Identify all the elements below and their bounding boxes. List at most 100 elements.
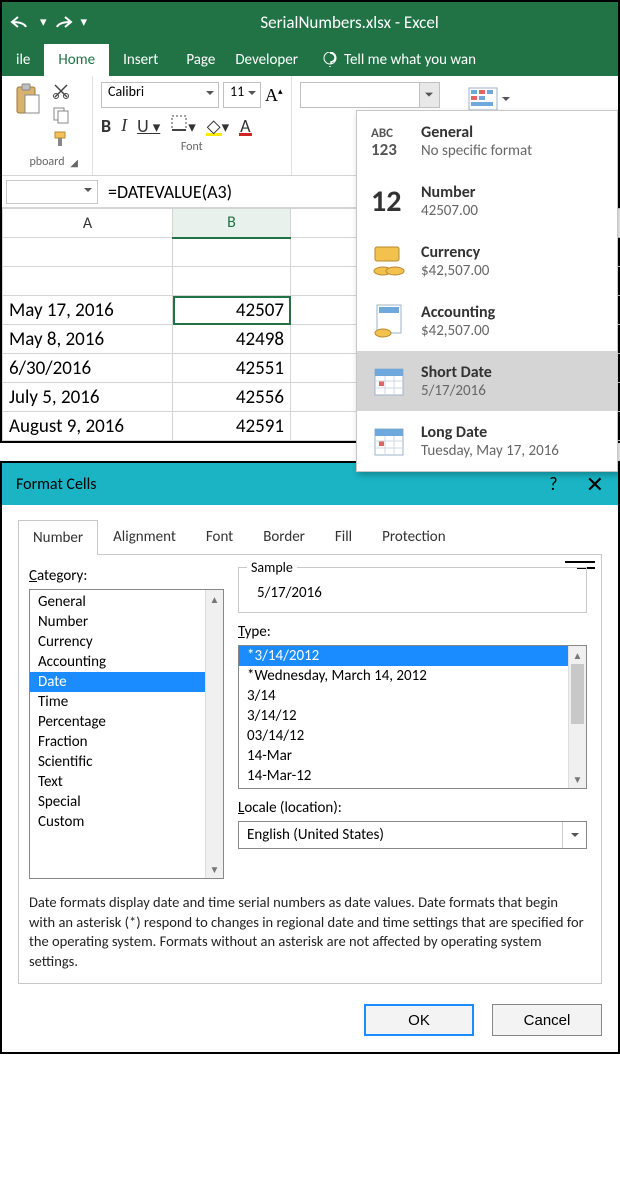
close-icon[interactable]: ✕ <box>586 471 604 498</box>
cell[interactable]: May 17, 2016 <box>3 296 173 325</box>
category-scientific[interactable]: Scientific <box>30 752 223 772</box>
category-currency[interactable]: Currency <box>30 632 223 652</box>
cell[interactable]: July 5, 2016 <box>3 383 173 412</box>
category-percentage[interactable]: Percentage <box>30 712 223 732</box>
number-format-list: ABC123GeneralNo specific format12Number4… <box>356 110 618 472</box>
number-format-combo[interactable] <box>300 82 440 108</box>
type-option[interactable]: 14-Mar <box>239 746 586 766</box>
font-name-combo[interactable]: Calibri <box>101 82 219 108</box>
dialog-tab-protection[interactable]: Protection <box>367 519 460 554</box>
sample-value: 5/17/2016 <box>251 584 574 602</box>
coins-icon <box>369 241 409 281</box>
category-number[interactable]: Number <box>30 612 223 632</box>
format-cells-dialog: Format Cells ? ✕ NumberAlignmentFontBord… <box>0 461 620 1054</box>
ledger-icon <box>369 301 409 341</box>
category-date[interactable]: Date <box>30 672 223 692</box>
ok-button[interactable]: OK <box>364 1004 474 1036</box>
tab-insert[interactable]: Insert <box>109 44 172 76</box>
cell[interactable] <box>173 267 291 296</box>
scroll-thumb[interactable] <box>571 664 584 724</box>
cell[interactable] <box>3 267 173 296</box>
redo-button[interactable] <box>53 12 75 32</box>
cell[interactable]: 42507 <box>173 296 291 325</box>
scroll-down-icon[interactable]: ▼ <box>569 770 586 788</box>
cell[interactable] <box>3 238 173 267</box>
col-header-a[interactable]: A <box>3 209 173 238</box>
clipboard-launcher-icon[interactable]: ◢ <box>70 156 78 169</box>
locale-combo[interactable]: English (United States) <box>238 821 587 849</box>
category-fraction[interactable]: Fraction <box>30 732 223 752</box>
group-font: Calibri 11 A▴ B I U ▾ ▾ ◇▾ A Font <box>92 76 291 175</box>
format-painter-button[interactable] <box>52 130 70 152</box>
cell[interactable]: August 9, 2016 <box>3 412 173 441</box>
scrollbar[interactable]: ▲ ▼ <box>205 590 223 878</box>
scroll-up-icon[interactable]: ▲ <box>206 590 223 608</box>
dialog-tab-font[interactable]: Font <box>191 519 248 554</box>
help-icon[interactable]: ? <box>549 473 557 495</box>
font-size-combo[interactable]: 11 <box>223 82 261 108</box>
scroll-up-icon[interactable]: ▲ <box>569 646 586 664</box>
cell[interactable] <box>173 238 291 267</box>
locale-label: Locale (location): <box>238 799 587 817</box>
ribbon: pboard◢ Calibri 11 A▴ B I U ▾ ▾ ◇▾ A Fon… <box>2 76 618 176</box>
cancel-button[interactable]: Cancel <box>492 1004 602 1036</box>
format-option-short-date[interactable]: Short Date5/17/2016 <box>357 351 617 411</box>
format-option-long-date[interactable]: Long DateTuesday, May 17, 2016 <box>357 411 617 471</box>
number-format-dropdown-icon[interactable] <box>419 83 439 107</box>
category-special[interactable]: Special <box>30 792 223 812</box>
cell[interactable]: 42591 <box>173 412 291 441</box>
undo-button[interactable] <box>8 12 34 32</box>
undo-split-caret[interactable]: ▾ <box>40 15 47 30</box>
type-option[interactable]: *3/14/2012 <box>239 646 586 666</box>
cell[interactable]: 42551 <box>173 354 291 383</box>
fill-color-button[interactable]: ◇▾ <box>206 115 229 137</box>
dialog-tabs: NumberAlignmentFontBorderFillProtection <box>18 519 602 555</box>
category-text[interactable]: Text <box>30 772 223 792</box>
font-color-button[interactable]: A <box>239 115 251 137</box>
tell-me[interactable]: Tell me what you wan <box>312 44 486 76</box>
scrollbar[interactable]: ▲ ▼ <box>568 646 586 788</box>
grow-font-button[interactable]: A▴ <box>265 85 283 106</box>
paste-button[interactable] <box>10 82 46 118</box>
sample-label: Sample <box>247 559 297 576</box>
bold-button[interactable]: B <box>101 115 111 137</box>
category-listbox[interactable]: GeneralNumberCurrencyAccountingDateTimeP… <box>29 589 224 879</box>
type-option[interactable]: 14-Mar-12 <box>239 766 586 786</box>
dialog-tab-number[interactable]: Number <box>18 520 98 555</box>
format-option-accounting[interactable]: Accounting $42,507.00 <box>357 291 617 351</box>
type-option[interactable]: 03/14/12 <box>239 726 586 746</box>
format-description: Date formats display date and time seria… <box>29 893 587 971</box>
cut-button[interactable] <box>52 82 70 104</box>
type-option[interactable]: 3/14/12 <box>239 706 586 726</box>
category-time[interactable]: Time <box>30 692 223 712</box>
format-option-number[interactable]: 12Number42507.00 <box>357 171 617 231</box>
borders-button[interactable]: ▾ <box>170 114 196 137</box>
tab-home[interactable]: Home <box>44 44 109 76</box>
category-custom[interactable]: Custom <box>30 812 223 832</box>
dialog-title: Format Cells <box>16 475 97 494</box>
tab-developer[interactable]: Developer <box>221 44 312 76</box>
dropdown-icon[interactable] <box>562 822 586 848</box>
cell[interactable]: 42556 <box>173 383 291 412</box>
copy-button[interactable] <box>52 106 70 128</box>
category-general[interactable]: General <box>30 592 223 612</box>
tab-file[interactable]: ile <box>2 44 44 76</box>
cell[interactable]: 42498 <box>173 325 291 354</box>
format-option-general[interactable]: ABC123GeneralNo specific format <box>357 111 617 171</box>
type-option[interactable]: *Wednesday, March 14, 2012 <box>239 666 586 686</box>
cell[interactable]: 6/30/2016 <box>3 354 173 383</box>
dialog-tab-alignment[interactable]: Alignment <box>98 519 191 554</box>
type-option[interactable]: 3/14 <box>239 686 586 706</box>
underline-button[interactable]: U ▾ <box>137 115 160 137</box>
format-option-currency[interactable]: Currency$42,507.00 <box>357 231 617 291</box>
cell[interactable]: May 8, 2016 <box>3 325 173 354</box>
scroll-down-icon[interactable]: ▼ <box>206 860 223 878</box>
italic-button[interactable]: I <box>121 115 127 136</box>
type-listbox[interactable]: *3/14/2012*Wednesday, March 14, 20123/14… <box>238 645 587 789</box>
twelve-icon: 12 <box>369 181 409 221</box>
col-header-b[interactable]: B <box>173 209 291 238</box>
dialog-tab-fill[interactable]: Fill <box>320 519 367 554</box>
category-accounting[interactable]: Accounting <box>30 652 223 672</box>
name-box[interactable] <box>6 180 98 204</box>
dialog-tab-border[interactable]: Border <box>248 519 320 554</box>
